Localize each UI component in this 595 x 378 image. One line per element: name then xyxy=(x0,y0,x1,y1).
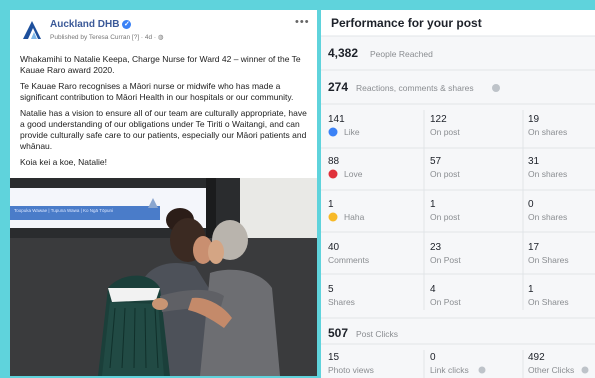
like-icon xyxy=(328,127,338,137)
haha-label: Haha xyxy=(344,212,365,222)
like-on-shares-value: 19 xyxy=(528,114,540,125)
post-clicks-value: 507 xyxy=(328,326,348,340)
haha-on-post-value: 1 xyxy=(430,199,436,210)
reached-value: 4,382 xyxy=(328,46,358,60)
haha-icon xyxy=(328,212,338,222)
love-label: Love xyxy=(344,169,363,179)
other-clicks-label: Other Clicks xyxy=(528,365,574,375)
shares-on-shares-label: On Shares xyxy=(528,297,569,307)
reactions-value: 274 xyxy=(328,80,348,94)
other-clicks-value: 492 xyxy=(528,352,545,363)
post-clicks-label: Post Clicks xyxy=(356,329,398,339)
love-icon xyxy=(328,169,338,179)
like-total: 141 xyxy=(328,114,345,125)
reactions-label: Reactions, comments & shares xyxy=(356,83,474,93)
haha-on-shares-label: On shares xyxy=(528,212,567,222)
comments-label: Comments xyxy=(328,255,369,265)
love-total: 88 xyxy=(328,156,340,167)
info-icon[interactable] xyxy=(492,84,500,92)
like-on-post-label: On post xyxy=(430,127,460,137)
love-on-shares-label: On shares xyxy=(528,169,567,179)
shares-on-shares-value: 1 xyxy=(528,284,534,295)
comments-on-post-value: 23 xyxy=(430,242,442,253)
performance-panel: Performance for your post 4,382 People R… xyxy=(321,10,595,378)
haha-total: 1 xyxy=(328,199,334,210)
comments-on-shares-value: 17 xyxy=(528,242,540,253)
shares-on-post-value: 4 xyxy=(430,284,436,295)
photo-views-label: Photo views xyxy=(328,365,374,375)
comments-on-post-label: On Post xyxy=(430,255,461,265)
shares-total: 5 xyxy=(328,284,334,295)
love-on-post-value: 57 xyxy=(430,156,442,167)
link-clicks-value: 0 xyxy=(430,352,436,363)
info-icon[interactable] xyxy=(581,366,589,374)
love-on-post-label: On post xyxy=(430,169,460,179)
comments-total: 40 xyxy=(328,242,340,253)
like-on-post-value: 122 xyxy=(430,114,447,125)
shares-label: Shares xyxy=(328,297,355,307)
like-label: Like xyxy=(344,127,360,137)
link-clicks-label: Link clicks xyxy=(430,365,469,375)
haha-on-shares-value: 0 xyxy=(528,199,534,210)
haha-on-post-label: On post xyxy=(430,212,460,222)
comments-on-shares-label: On Shares xyxy=(528,255,569,265)
love-on-shares-value: 31 xyxy=(528,156,540,167)
info-icon[interactable] xyxy=(478,366,486,374)
reached-label: People Reached xyxy=(370,49,433,59)
performance-title: Performance for your post xyxy=(331,16,482,30)
shares-on-post-label: On Post xyxy=(430,297,461,307)
photo-views-value: 15 xyxy=(328,352,340,363)
like-on-shares-label: On shares xyxy=(528,127,567,137)
